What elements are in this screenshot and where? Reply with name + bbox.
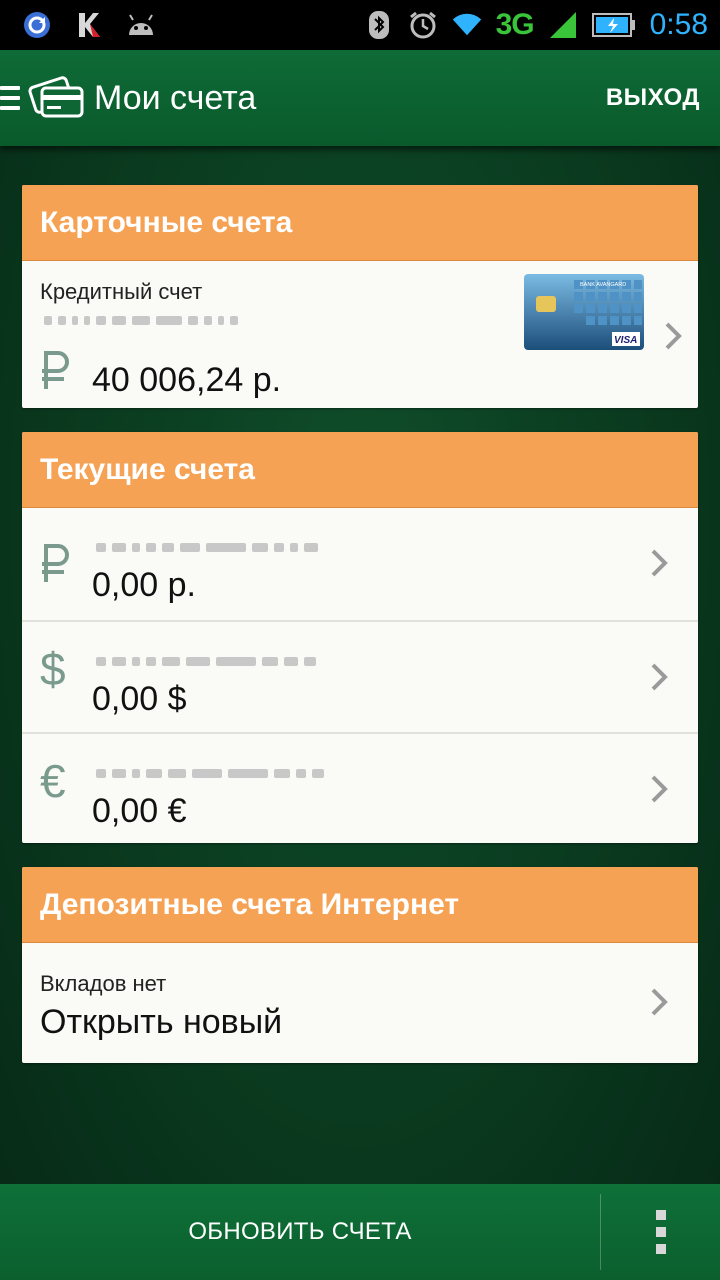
section-title: Карточные счета (22, 185, 698, 261)
refresh-accounts-button[interactable]: ОБНОВИТЬ СЧЕТА (0, 1184, 600, 1280)
action-bar: Мои счета ВЫХОД (0, 50, 720, 146)
account-balance: 0,00 р. (92, 566, 196, 604)
chevron-right-icon (651, 988, 668, 1016)
section-title: Текущие счета (22, 432, 698, 508)
credit-account-row[interactable]: Кредитный счет 40 006,24 р. BANK AVANGAR… (22, 261, 698, 408)
signal-icon (548, 10, 578, 40)
overflow-menu-button[interactable] (601, 1184, 720, 1280)
open-new-deposit-link[interactable]: Открыть новый (40, 1003, 282, 1042)
euro-icon: € (40, 755, 66, 807)
ruble-icon (42, 351, 69, 389)
chevron-right-icon (651, 549, 668, 577)
wifi-icon (452, 10, 482, 40)
current-account-usd-row[interactable]: $ 0,00 $ (22, 620, 698, 732)
open-deposit-row[interactable]: Вкладов нет Открыть новый (22, 943, 698, 1063)
overflow-menu-icon (655, 1210, 666, 1254)
bluetooth-icon (364, 10, 394, 40)
ruble-icon (42, 544, 69, 582)
masked-account-number (96, 766, 324, 780)
alarm-icon (408, 10, 438, 40)
masked-account-number (96, 654, 316, 668)
current-account-rub-row[interactable]: 0,00 р. (22, 508, 698, 620)
cards-app-icon[interactable] (28, 76, 86, 120)
status-bar: 3G 0:58 (0, 0, 720, 50)
network-type: 3G (495, 8, 535, 41)
account-name: Кредитный счет (40, 279, 203, 304)
battery-icon (591, 10, 636, 40)
svg-text:BANK AVANGARD: BANK AVANGARD (580, 282, 626, 288)
svg-text:VISA: VISA (614, 335, 637, 346)
credit-card-image: BANK AVANGARD VISA (524, 274, 644, 350)
kaspersky-icon (74, 10, 104, 40)
current-accounts-section: Текущие счета 0,00 р. $ 0,00 $ € 0,00 € (22, 432, 698, 843)
menu-icon[interactable] (0, 83, 22, 113)
bottom-action-bar: ОБНОВИТЬ СЧЕТА (0, 1184, 720, 1280)
sync-icon (22, 10, 52, 40)
masked-account-number (44, 313, 238, 327)
exit-button[interactable]: ВЫХОД (606, 84, 700, 112)
clock: 0:58 (649, 8, 708, 41)
chevron-right-icon (651, 775, 668, 803)
section-title: Депозитные счета Интернет (22, 867, 698, 943)
account-balance: 0,00 € (92, 792, 187, 830)
masked-account-number (96, 540, 318, 554)
no-deposits-label: Вкладов нет (40, 971, 167, 996)
account-balance: 0,00 $ (92, 680, 187, 718)
deposit-accounts-section: Депозитные счета Интернет Вкладов нет От… (22, 867, 698, 1063)
chevron-right-icon (665, 322, 682, 350)
page-title: Мои счета (94, 78, 257, 117)
android-icon (126, 10, 156, 40)
current-account-eur-row[interactable]: € 0,00 € (22, 732, 698, 841)
card-accounts-section: Карточные счета Кредитный счет 40 006,24… (22, 185, 698, 408)
dollar-icon: $ (40, 643, 66, 695)
account-balance: 40 006,24 р. (92, 361, 282, 399)
chevron-right-icon (651, 663, 668, 691)
